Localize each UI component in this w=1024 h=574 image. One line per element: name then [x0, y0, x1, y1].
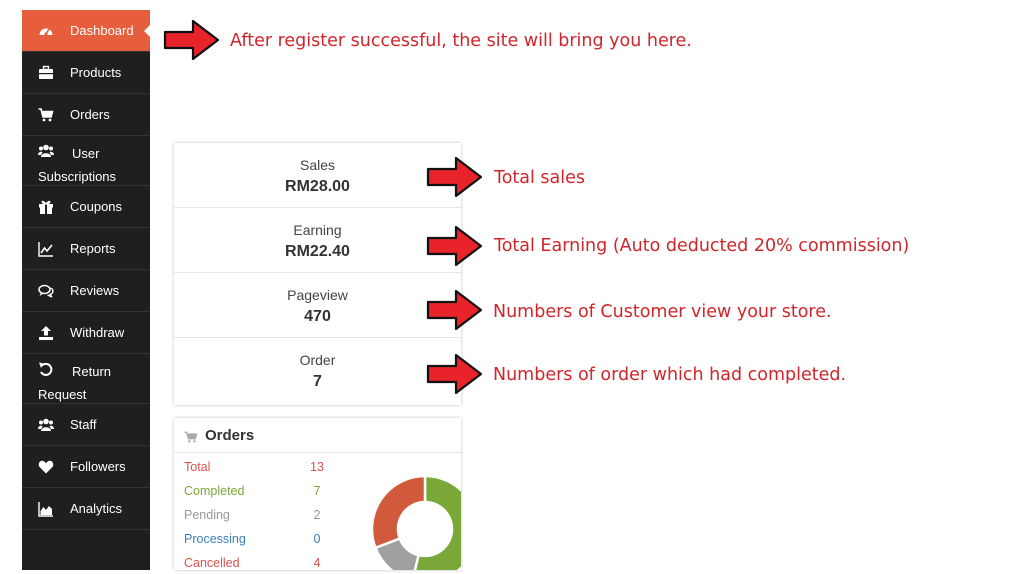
stat-value: RM28.00 — [285, 178, 350, 195]
sidebar-item-label: Followers — [70, 459, 126, 474]
order-status-count: 4 — [313, 556, 321, 570]
sidebar-item-orders[interactable]: Orders — [22, 94, 150, 136]
sidebar-item-label: Reports — [70, 241, 116, 256]
briefcase-icon — [37, 65, 55, 81]
users-icon — [37, 417, 55, 433]
area-chart-icon — [37, 501, 55, 517]
order-status-count: 13 — [310, 460, 324, 474]
orders-widget-title: Orders — [205, 427, 255, 444]
sidebar-item-followers[interactable]: Followers — [22, 446, 150, 488]
upload-icon — [37, 325, 55, 341]
sidebar-item-coupons[interactable]: Coupons — [22, 186, 150, 228]
order-status-label: Cancelled — [184, 556, 240, 570]
cart-icon — [37, 107, 55, 123]
sidebar-item-label: Return Request — [38, 364, 112, 402]
sidebar-item-label: Orders — [70, 107, 110, 122]
gift-icon — [37, 199, 55, 215]
order-status-label: Processing — [184, 532, 246, 546]
sidebar-item-return-request[interactable]: Return Request — [22, 354, 150, 404]
stat-label: Earning — [293, 222, 342, 238]
order-stat: Order 7 — [174, 338, 461, 403]
stat-label: Pageview — [287, 287, 348, 303]
stat-value: 7 — [313, 373, 322, 390]
order-status-label: Total — [184, 460, 211, 474]
sidebar-nav: Dashboard Products Orders User Subscript… — [22, 10, 150, 570]
sidebar-item-label: Reviews — [70, 283, 120, 298]
earning-annotation: Total Earning (Auto deducted 20% commiss… — [494, 236, 910, 256]
sidebar-item-withdraw[interactable]: Withdraw — [22, 312, 150, 354]
order-status-row-pending[interactable]: Pending 2 — [184, 508, 324, 526]
stat-label: Order — [299, 352, 336, 368]
orders-widget-header: Orders — [174, 418, 461, 453]
annotation-arrow-icon — [163, 19, 220, 61]
order-status-label: Pending — [184, 508, 230, 522]
sidebar-item-reviews[interactable]: Reviews — [22, 270, 150, 312]
sidebar-item-label: Dashboard — [70, 23, 134, 38]
order-annotation: Numbers of order which had completed. — [493, 365, 847, 385]
sales-stat: Sales RM28.00 — [174, 143, 461, 208]
annotation-arrow-icon — [426, 289, 483, 331]
pageview-annotation: Numbers of Customer view your store. — [493, 302, 832, 322]
stat-label: Sales — [299, 157, 336, 173]
sales-annotation: Total sales — [494, 168, 586, 188]
annotation-arrow-icon — [426, 156, 483, 198]
dashboard-icon — [37, 23, 55, 39]
earning-stat: Earning RM22.40 — [174, 208, 461, 273]
order-status-row-cancelled[interactable]: Cancelled 4 — [184, 556, 324, 570]
pageview-stat: Pageview 470 — [174, 273, 461, 338]
stat-value: 470 — [304, 308, 331, 325]
order-status-row-processing[interactable]: Processing 0 — [184, 532, 324, 550]
dashboard-annotation: After register successful, the site will… — [230, 31, 692, 51]
sidebar-item-label: Staff — [70, 417, 97, 432]
order-status-row-total[interactable]: Total 13 — [184, 460, 324, 478]
donut-slice-cancelled — [370, 474, 427, 550]
sidebar-item-label: User Subscriptions — [38, 146, 117, 184]
order-status-count: 7 — [313, 484, 321, 498]
sidebar-item-products[interactable]: Products — [22, 52, 150, 94]
cart-icon — [184, 430, 198, 448]
sidebar-item-reports[interactable]: Reports — [22, 228, 150, 270]
order-status-count: 2 — [313, 508, 321, 522]
sidebar-item-staff[interactable]: Staff — [22, 404, 150, 446]
stat-value: RM22.40 — [285, 243, 350, 260]
sidebar-item-label: Coupons — [70, 199, 123, 214]
heart-icon — [37, 459, 55, 475]
sidebar-item-label: Products — [70, 65, 122, 80]
sidebar-item-user-subscriptions[interactable]: User Subscriptions — [22, 136, 150, 186]
store-summary-card: Sales RM28.00 Earning RM22.40 Pageview 4… — [174, 143, 461, 405]
sidebar-item-dashboard[interactable]: Dashboard — [22, 10, 150, 52]
orders-donut-chart — [370, 474, 461, 570]
order-status-row-completed[interactable]: Completed 7 — [184, 484, 324, 502]
orders-widget: Orders Total 13 Completed 7 Pending 2 Pr… — [174, 418, 461, 570]
sidebar-item-analytics[interactable]: Analytics — [22, 488, 150, 530]
order-status-label: Completed — [184, 484, 245, 498]
comments-icon — [37, 283, 55, 299]
annotation-arrow-icon — [426, 353, 483, 395]
sidebar-item-label: Analytics — [70, 501, 123, 516]
order-status-count: 0 — [313, 532, 321, 546]
annotation-arrow-icon — [426, 225, 483, 267]
sidebar-item-label: Withdraw — [70, 325, 125, 340]
line-chart-icon — [37, 241, 55, 257]
